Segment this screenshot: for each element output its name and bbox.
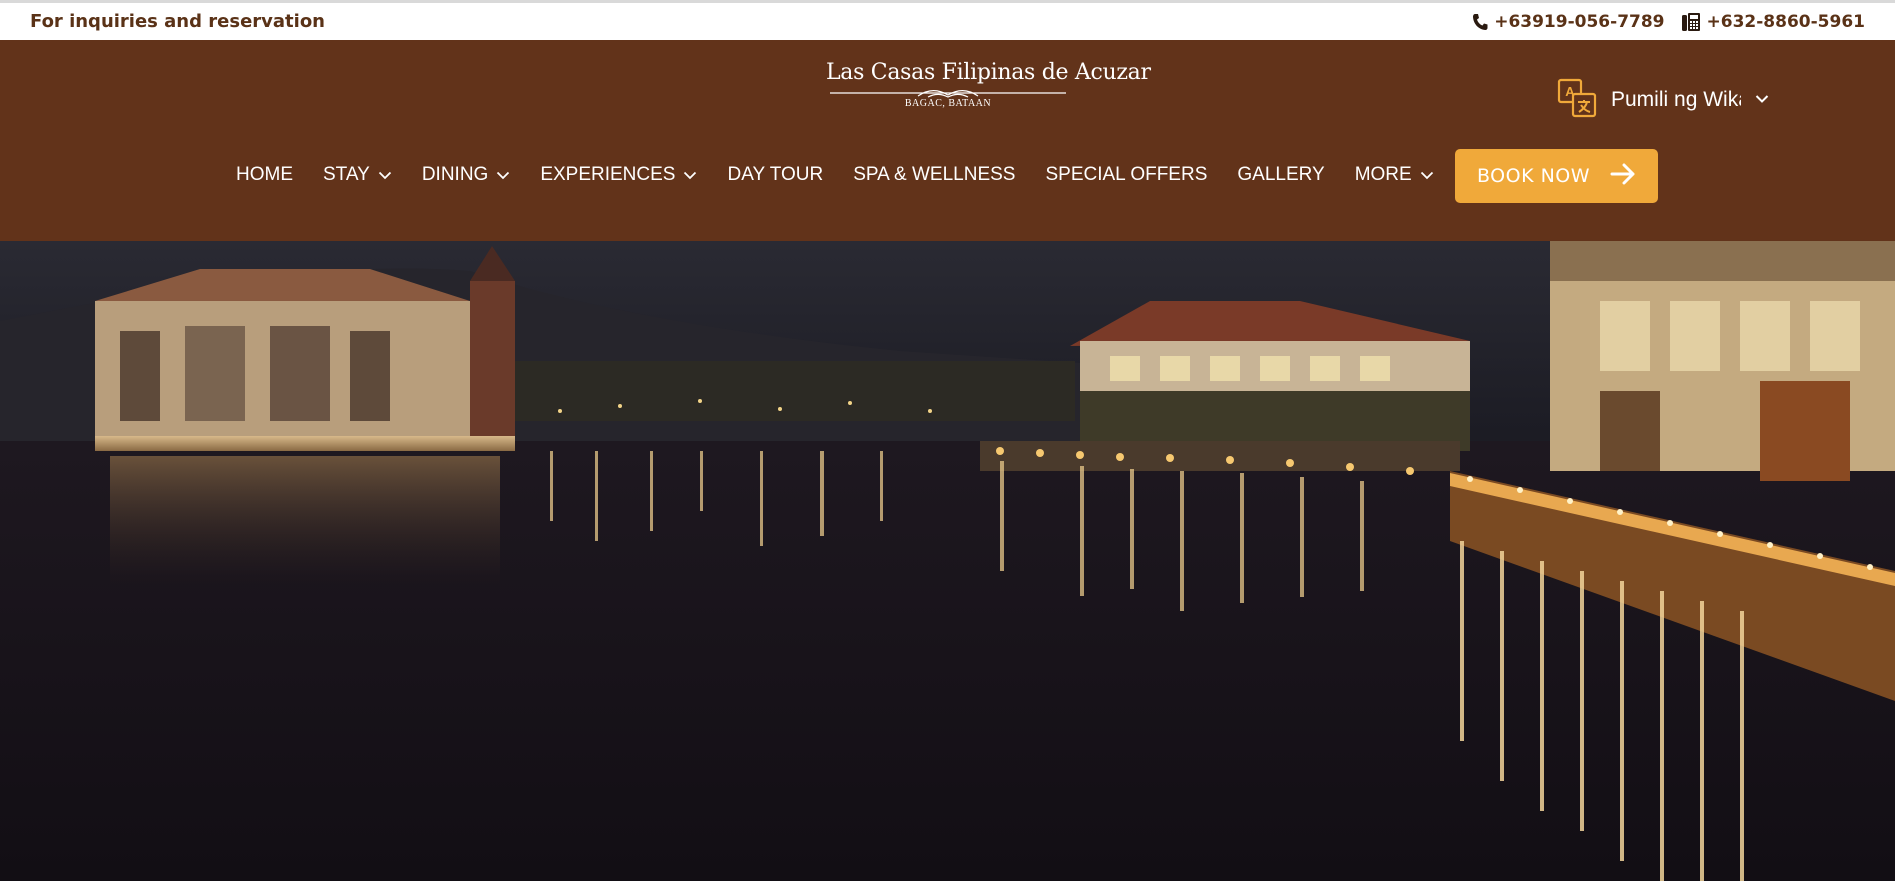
language-label: Pumili ng Wika xyxy=(1611,88,1741,111)
nav-label: DAY TOUR xyxy=(727,164,824,185)
nav-label: GALLERY xyxy=(1237,164,1325,185)
nav-item-experiences[interactable]: EXPERIENCES xyxy=(540,164,697,186)
contact-numbers: +63919-056-7789 +632-8860-5961 xyxy=(1472,12,1865,32)
nav-label: DINING xyxy=(421,164,489,185)
nav-label: EXPERIENCES xyxy=(540,164,676,185)
hero-image xyxy=(0,241,1895,881)
translate-icon: A xyxy=(1557,78,1597,123)
chevron-down-icon xyxy=(1755,91,1769,109)
nav-item-more[interactable]: MORE xyxy=(1355,164,1434,186)
chevron-down-icon xyxy=(683,164,697,186)
nav-label: HOME xyxy=(236,164,293,185)
nav-label: SPECIAL OFFERS xyxy=(1045,164,1208,185)
nav-label: SPA & WELLNESS xyxy=(853,164,1016,185)
site-logo[interactable]: Las Casas Filipinas de Acuzar BAGAC, BAT… xyxy=(826,60,1151,124)
nav-label: STAY xyxy=(323,164,370,185)
nav-label: MORE xyxy=(1354,164,1412,185)
nav-item-spa-wellness[interactable]: SPA & WELLNESS xyxy=(853,164,1015,186)
landline-phone-link[interactable]: +632-8860-5961 xyxy=(1681,12,1865,32)
nav-item-home[interactable]: HOME xyxy=(236,164,293,186)
arrow-right-icon xyxy=(1610,163,1636,190)
nav-item-gallery[interactable]: GALLERY xyxy=(1237,164,1324,186)
main-nav: HOME STAY DINING EXPERIENCES DAY TOUR SP… xyxy=(236,160,1434,190)
logo-location: BAGAC, BATAAN xyxy=(904,98,992,109)
nav-item-dining[interactable]: DINING xyxy=(422,164,511,186)
nav-item-stay[interactable]: STAY xyxy=(323,164,392,186)
chevron-down-icon xyxy=(1420,164,1434,186)
language-selector[interactable]: A Pumili ng Wika xyxy=(1557,78,1769,122)
mobile-number: +63919-056-7789 xyxy=(1494,11,1665,32)
landline-number: +632-8860-5961 xyxy=(1706,11,1865,32)
phone-icon xyxy=(1472,13,1488,31)
top-info-bar: For inquiries and reservation +63919-056… xyxy=(0,0,1895,40)
nav-item-day-tour[interactable]: DAY TOUR xyxy=(727,164,823,186)
inquiry-text: For inquiries and reservation xyxy=(30,11,325,32)
chevron-down-icon xyxy=(496,164,510,186)
logo-name: Las Casas Filipinas de Acuzar xyxy=(826,60,1151,85)
site-header: Las Casas Filipinas de Acuzar BAGAC, BAT… xyxy=(0,40,1895,241)
desk-phone-icon xyxy=(1681,12,1701,32)
book-now-label: BOOK NOW xyxy=(1476,165,1591,187)
mobile-phone-link[interactable]: +63919-056-7789 xyxy=(1472,11,1665,32)
book-now-button[interactable]: BOOK NOW xyxy=(1455,149,1658,203)
chevron-down-icon xyxy=(378,164,392,186)
nav-item-special-offers[interactable]: SPECIAL OFFERS xyxy=(1045,164,1207,186)
